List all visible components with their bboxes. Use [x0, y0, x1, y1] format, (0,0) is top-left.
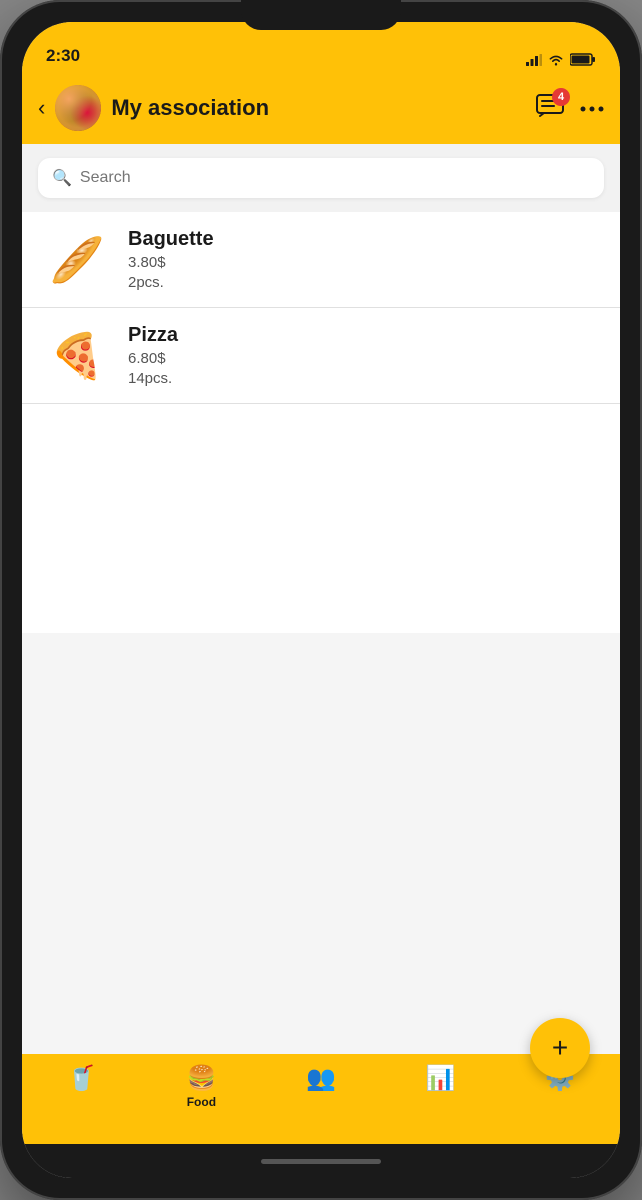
empty-area — [22, 633, 620, 1054]
baguette-price: 3.80$ — [128, 254, 214, 271]
signal-icon — [526, 54, 542, 66]
status-icons — [526, 53, 596, 66]
messages-button[interactable]: 4 — [536, 94, 564, 123]
status-time: 2:30 — [46, 46, 80, 66]
baguette-info: Baguette 3.80$ 2pcs. — [128, 228, 214, 291]
page-title: My association — [111, 95, 526, 121]
more-icon — [580, 106, 604, 112]
nav-item-drinks[interactable]: 🥤 — [22, 1064, 142, 1095]
list-item[interactable]: 🥖 Baguette 3.80$ 2pcs. — [22, 212, 620, 308]
drinks-icon: 🥤 — [67, 1064, 97, 1093]
pizza-name: Pizza — [128, 324, 178, 347]
more-button[interactable] — [580, 99, 604, 117]
search-container: 🔍 — [22, 144, 620, 212]
avatar[interactable] — [55, 85, 101, 131]
header: ‹ My association 4 — [22, 72, 620, 144]
list-item[interactable]: 🍕 Pizza 6.80$ 14pcs. — [22, 308, 620, 404]
pizza-image: 🍕 — [42, 331, 112, 381]
message-badge: 4 — [552, 88, 570, 106]
back-button[interactable]: ‹ — [38, 95, 45, 121]
pizza-info: Pizza 6.80$ 14pcs. — [128, 324, 178, 387]
stats-icon: 📊 — [426, 1064, 456, 1093]
search-input[interactable] — [80, 169, 590, 187]
wifi-icon — [548, 54, 564, 66]
search-box: 🔍 — [38, 158, 604, 198]
phone-notch — [241, 0, 401, 30]
phone-screen: 2:30 — [22, 22, 620, 1178]
add-button[interactable]: + — [530, 1018, 590, 1078]
food-list: 🥖 Baguette 3.80$ 2pcs. 🍕 Pizza 6.80$ 14p… — [22, 212, 620, 633]
members-icon: 👥 — [306, 1064, 336, 1093]
pizza-price: 6.80$ — [128, 350, 178, 367]
food-label: Food — [187, 1095, 216, 1109]
header-actions: 4 — [536, 94, 604, 123]
bottom-nav: 🥤 🍔 Food 👥 📊 ⚙️ — [22, 1054, 620, 1144]
battery-icon — [570, 53, 596, 66]
baguette-name: Baguette — [128, 228, 214, 251]
search-icon: 🔍 — [52, 168, 72, 188]
home-bar — [261, 1159, 381, 1164]
home-indicator — [22, 1144, 620, 1178]
food-icon: 🍔 — [186, 1064, 216, 1093]
nav-item-members[interactable]: 👥 — [261, 1064, 381, 1095]
phone-frame: 2:30 — [0, 0, 642, 1200]
nav-item-food[interactable]: 🍔 Food — [142, 1064, 262, 1109]
nav-item-stats[interactable]: 📊 — [381, 1064, 501, 1095]
baguette-qty: 2pcs. — [128, 274, 214, 291]
baguette-image: 🥖 — [42, 235, 112, 285]
pizza-qty: 14pcs. — [128, 370, 178, 387]
